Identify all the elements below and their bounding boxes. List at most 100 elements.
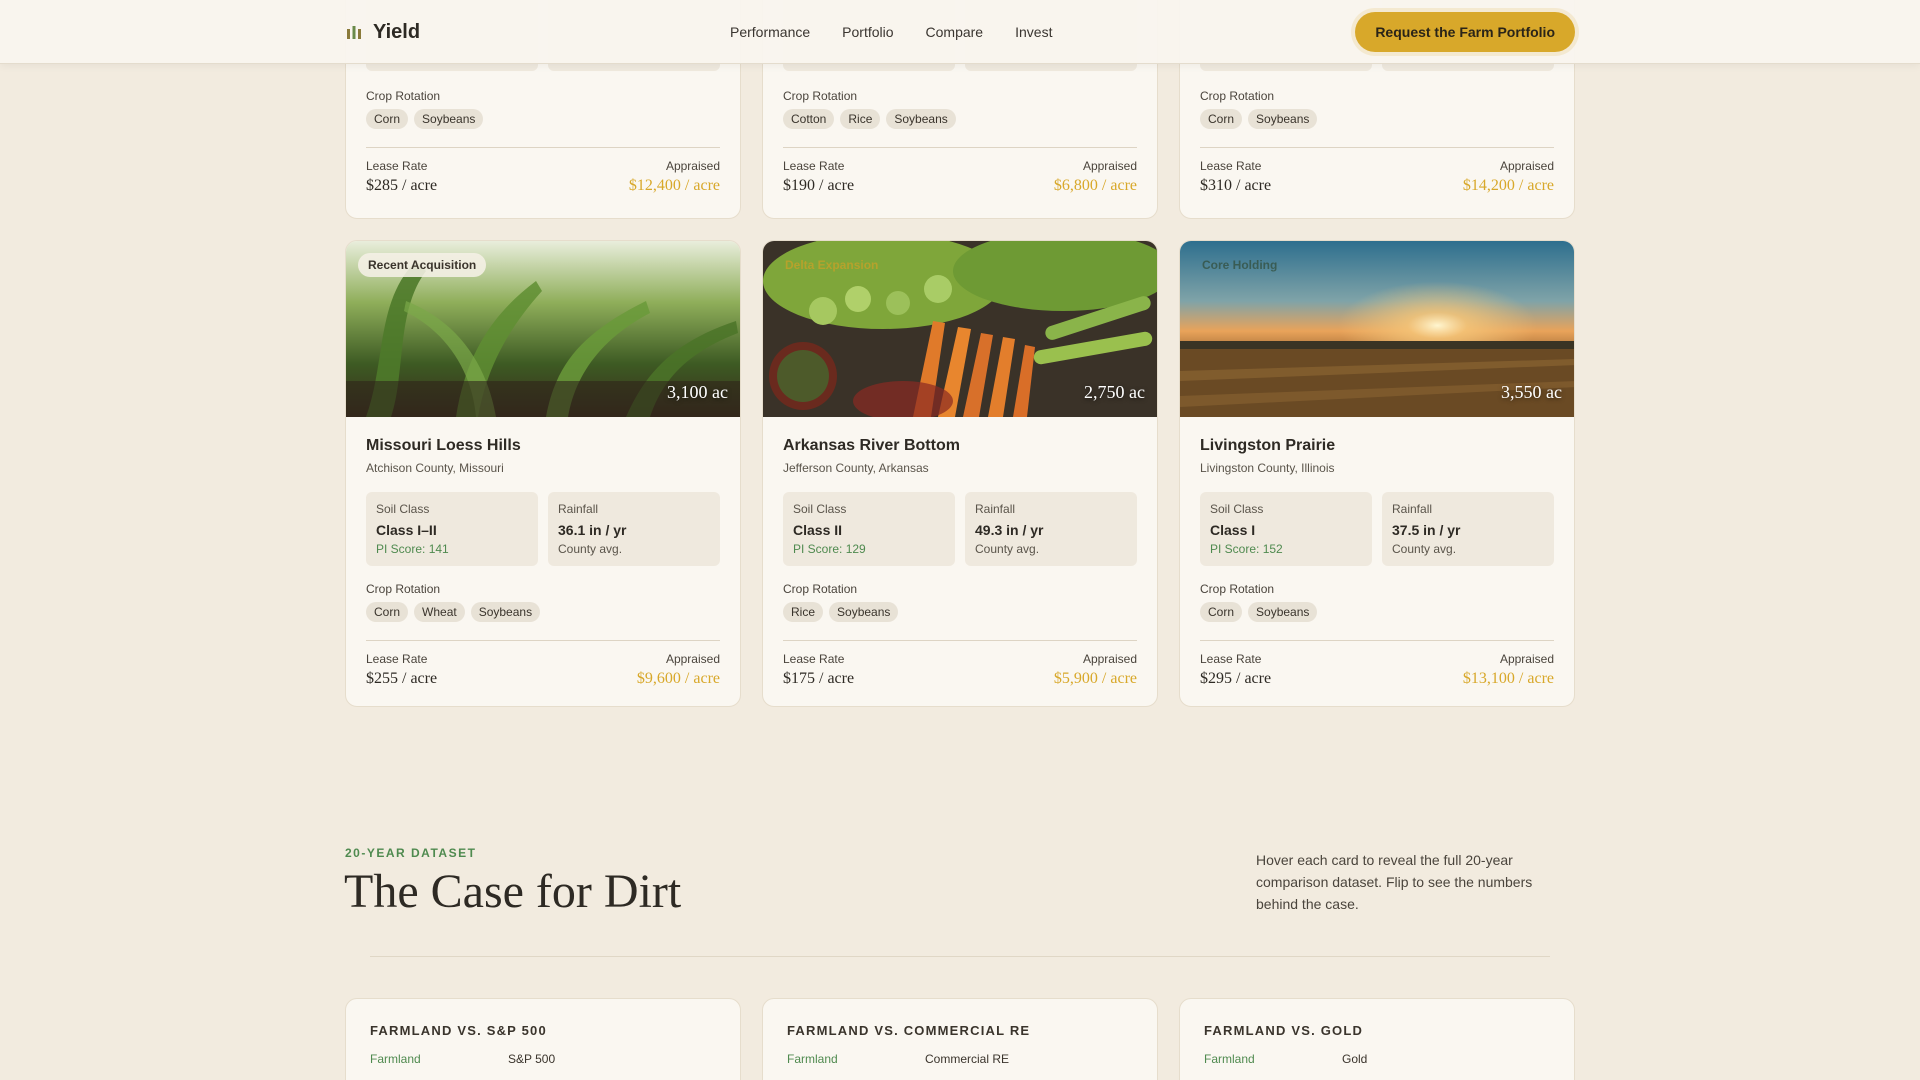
divider	[1200, 147, 1554, 148]
divider	[366, 640, 720, 641]
crop-tags: Corn Soybeans	[1200, 602, 1554, 622]
rainfall-stat: Rainfall 36.1 in / yr County avg.	[548, 492, 720, 566]
site-header: Yield Performance Portfolio Compare Inve…	[0, 0, 1920, 64]
crop-tag: Wheat	[414, 602, 465, 622]
crop-rotation-label: Crop Rotation	[1200, 582, 1275, 596]
crop-tag: Rice	[840, 109, 881, 129]
rainfall-stat: Rainfall 49.3 in / yr County avg.	[965, 492, 1137, 566]
legend-benchmark: Gold	[1342, 1052, 1368, 1066]
status-badge: Recent Acquisition	[358, 253, 487, 277]
appraised-value: $9,600 / acre	[636, 670, 720, 687]
appraised-value: $14,200 / acre	[1462, 177, 1554, 194]
appraised-label: Appraised	[1499, 159, 1554, 173]
rainfall-value: 37.5 in / yr	[1392, 522, 1461, 538]
appraised-label: Appraised	[665, 159, 720, 173]
crop-rotation-label: Crop Rotation	[366, 89, 441, 103]
appraised-value: $5,900 / acre	[1053, 670, 1137, 687]
comparison-card-commercial-re[interactable]: FARMLAND VS. COMMERCIAL RE Farmland Comm…	[762, 998, 1158, 1080]
lease-rate-label: Lease Rate	[1200, 652, 1262, 666]
farm-location: Livingston County, Illinois	[1200, 461, 1335, 475]
appraised-label: Appraised	[1082, 652, 1137, 666]
lease-rate-label: Lease Rate	[783, 159, 845, 173]
rainfall-label: Rainfall	[558, 502, 599, 516]
lease-rate-label: Lease Rate	[366, 652, 428, 666]
acreage-label: 2,750 ac	[1084, 382, 1145, 402]
crop-tag: Cotton	[783, 109, 835, 129]
crop-tags: Corn Soybeans	[366, 109, 720, 129]
lease-rate-label: Lease Rate	[783, 652, 845, 666]
farm-location: Jefferson County, Arkansas	[783, 461, 929, 475]
crop-tag: Soybeans	[1248, 109, 1318, 129]
comparison-card-sp500[interactable]: FARMLAND VS. S&P 500 Farmland S&P 500	[345, 998, 741, 1080]
lease-rate-value: $175 / acre	[783, 670, 855, 687]
pi-score: PI Score: 141	[376, 542, 449, 556]
crop-tag: Soybeans	[414, 109, 484, 129]
soil-class-label: Soil Class	[376, 502, 430, 516]
nav-compare[interactable]: Compare	[926, 24, 984, 40]
farm-title: Missouri Loess Hills	[366, 437, 521, 454]
divider	[783, 640, 1137, 641]
soil-class-value: Class I–II	[376, 522, 437, 538]
farm-card[interactable]: Core Holding 3,550 ac Livingston Prairie…	[1179, 240, 1575, 707]
rainfall-note: County avg.	[975, 542, 1040, 556]
status-badge: Core Holding	[1202, 258, 1278, 272]
lease-rate-value: $255 / acre	[366, 670, 438, 687]
comparison-title: FARMLAND VS. GOLD	[1204, 1023, 1364, 1038]
rainfall-note: County avg.	[558, 542, 623, 556]
farm-photo-prairie: Core Holding 3,550 ac	[1180, 241, 1574, 417]
rainfall-value: 49.3 in / yr	[975, 522, 1044, 538]
appraised-value: $13,100 / acre	[1462, 670, 1554, 687]
brand-name: Yield	[373, 20, 421, 43]
pi-score: PI Score: 152	[1210, 542, 1283, 556]
farm-title: Arkansas River Bottom	[783, 437, 960, 454]
rainfall-note: County avg.	[1392, 542, 1457, 556]
soil-class-value: Class II	[793, 522, 843, 538]
rainfall-label: Rainfall	[975, 502, 1016, 516]
crop-tags: Corn Wheat Soybeans	[366, 602, 720, 622]
rainfall-label: Rainfall	[1392, 502, 1433, 516]
soil-class-stat: Soil Class Class II PI Score: 129	[783, 492, 955, 566]
soil-class-label: Soil Class	[793, 502, 847, 516]
nav-performance[interactable]: Performance	[730, 24, 810, 40]
crop-rotation-label: Crop Rotation	[366, 582, 441, 596]
request-portfolio-button[interactable]: Request the Farm Portfolio	[1355, 12, 1575, 52]
comparison-card-gold[interactable]: FARMLAND VS. GOLD Farmland Gold	[1179, 998, 1575, 1080]
lease-rate-value: $190 / acre	[783, 177, 855, 194]
farm-title: Livingston Prairie	[1200, 437, 1336, 454]
lease-rate-value: $295 / acre	[1200, 670, 1272, 687]
crop-tag: Rice	[783, 602, 824, 622]
soil-class-value: Class I	[1210, 522, 1256, 538]
legend-farmland: Farmland	[370, 1052, 421, 1066]
farm-card[interactable]: Recent Acquisition 3,100 ac Missouri Loe…	[345, 240, 741, 707]
nav-invest[interactable]: Invest	[1015, 24, 1052, 40]
crop-tag: Soybeans	[886, 109, 956, 129]
lease-rate-value: $285 / acre	[366, 177, 438, 194]
appraised-label: Appraised	[1499, 652, 1554, 666]
crop-rotation-label: Crop Rotation	[783, 582, 858, 596]
acreage-label: 3,550 ac	[1501, 382, 1562, 402]
crop-tags: Corn Soybeans	[1200, 109, 1554, 129]
appraised-label: Appraised	[1082, 159, 1137, 173]
section-title: The Case for Dirt	[344, 865, 682, 918]
comparison-title: FARMLAND VS. COMMERCIAL RE	[787, 1023, 1031, 1038]
crop-tag: Soybeans	[1248, 602, 1318, 622]
brand-logo[interactable]: Yield	[345, 21, 420, 44]
nav-portfolio[interactable]: Portfolio	[842, 24, 893, 40]
section-description: Hover each card to reveal the full 20-ye…	[1256, 852, 1533, 912]
legend-benchmark: Commercial RE	[925, 1052, 1010, 1066]
legend-farmland: Farmland	[1204, 1052, 1255, 1066]
farm-photo-corn: Recent Acquisition 3,100 ac	[346, 241, 740, 417]
main-nav: Performance Portfolio Compare Invest	[730, 24, 1052, 40]
section-eyebrow: 20-YEAR DATASET	[345, 846, 477, 860]
divider	[783, 147, 1137, 148]
lease-rate-label: Lease Rate	[1200, 159, 1262, 173]
farm-photo-vegetables: Delta Expansion 2,750 ac	[763, 241, 1157, 417]
crop-tag: Corn	[1200, 602, 1243, 622]
comparison-title: FARMLAND VS. S&P 500	[370, 1023, 547, 1038]
acreage-label: 3,100 ac	[667, 382, 728, 402]
farm-card[interactable]: Delta Expansion 2,750 ac Arkansas River …	[762, 240, 1158, 707]
appraised-label: Appraised	[665, 652, 720, 666]
rainfall-stat: Rainfall 37.5 in / yr County avg.	[1382, 492, 1554, 566]
soil-class-stat: Soil Class Class I–II PI Score: 141	[366, 492, 538, 566]
appraised-value: $12,400 / acre	[628, 177, 720, 194]
